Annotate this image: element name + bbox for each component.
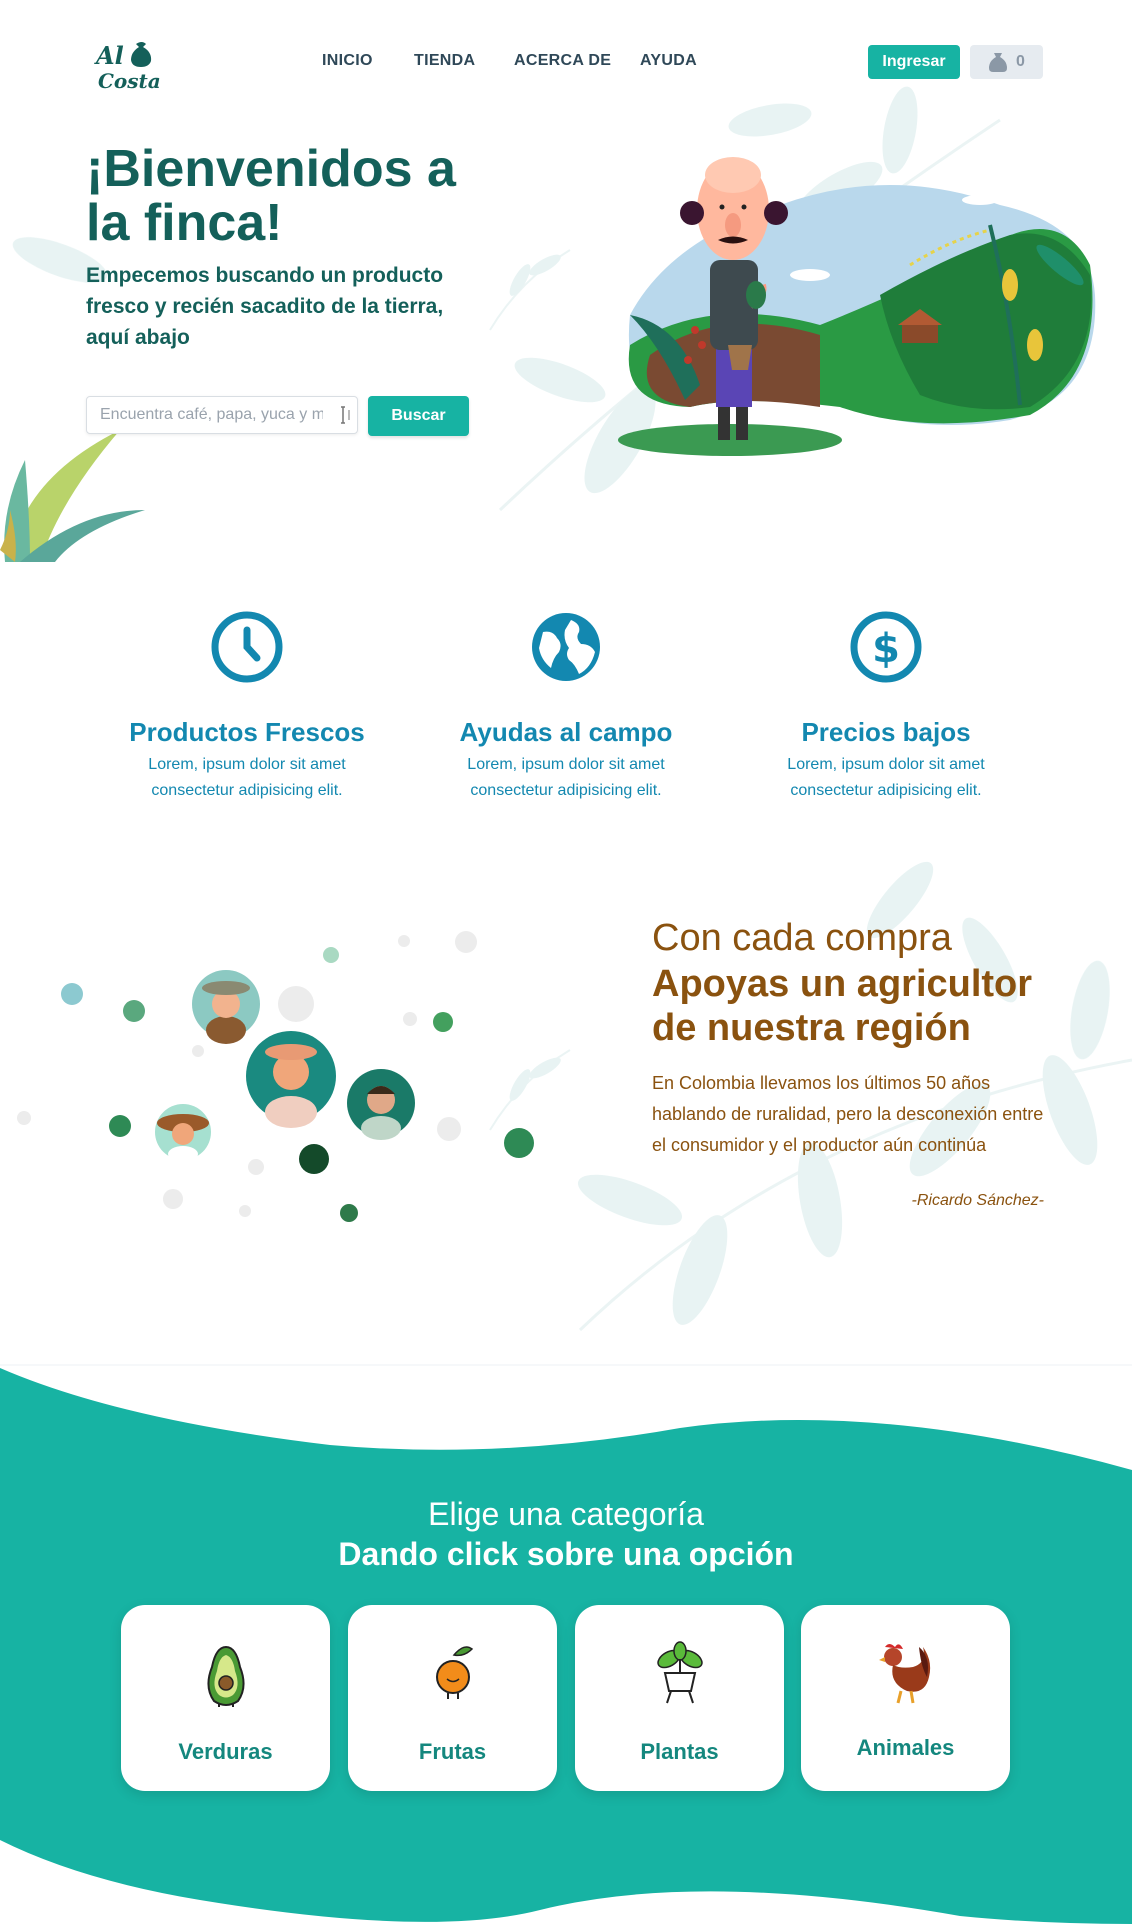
feature-title: Ayudas al campo — [459, 717, 673, 747]
search-input[interactable] — [86, 396, 358, 434]
rooster-icon — [879, 1644, 931, 1704]
category-card-verduras[interactable]: Verduras — [121, 1605, 330, 1791]
feature-description: Lorem, ipsum dolor sit amet consectetur … — [787, 756, 985, 799]
nav-link-ayuda[interactable]: AYUDA — [640, 52, 697, 70]
feature-precios-bajos: $ Precios bajos Lorem, ipsum dolor sit a… — [746, 610, 1026, 804]
feature-productos-frescos: Productos Frescos Lorem, ipsum dolor sit… — [107, 610, 387, 804]
feature-title: Precios bajos — [801, 717, 971, 747]
categories-heading-light: Elige una categoría — [428, 1496, 704, 1532]
category-card-plantas[interactable]: Plantas — [575, 1605, 784, 1791]
testimonial-quote: En Colombia llevamos los últimos 50 años… — [652, 1073, 1044, 1155]
testimonial-author: -Ricardo Sánchez- — [911, 1192, 1045, 1209]
hero-subtitle: Empecemos buscando un producto fresco y … — [86, 264, 444, 349]
avocado-icon — [207, 1645, 245, 1707]
corner-plant-decoration — [0, 430, 145, 562]
feature-description: Lorem, ipsum dolor sit amet consectetur … — [467, 756, 665, 799]
category-label: Frutas — [418, 1739, 487, 1764]
hero-title: ¡Bienvenidos a la finca! — [86, 140, 456, 252]
sack-icon — [989, 53, 1008, 72]
svg-text:$: $ — [872, 626, 900, 672]
cart-button[interactable]: 0 — [970, 45, 1043, 79]
clock-icon — [211, 611, 283, 683]
feature-ayudas-al-campo: Ayudas al campo Lorem, ipsum dolor sit a… — [426, 610, 706, 804]
farmer-illustration — [618, 157, 1096, 456]
text-cursor-icon — [341, 406, 350, 424]
category-label: Animales — [856, 1735, 955, 1760]
feature-title: Productos Frescos — [129, 717, 365, 747]
category-card-frutas[interactable]: Frutas — [348, 1605, 557, 1791]
category-card-animales[interactable]: Animales — [801, 1605, 1010, 1791]
plant-icon — [657, 1641, 703, 1704]
login-button[interactable]: Ingresar — [868, 45, 960, 79]
cart-count: 0 — [1016, 53, 1025, 70]
categories-heading-bold: Dando click sobre una opción — [338, 1536, 794, 1572]
al-costal-logo[interactable]: Al Costal — [86, 40, 160, 94]
testimonial-heading-light: Con cada compra — [652, 917, 952, 959]
category-label: Plantas — [640, 1739, 719, 1764]
svg-text:Costal: Costal — [98, 69, 160, 93]
nav-link-inicio[interactable]: INICIO — [322, 52, 373, 70]
testimonial-heading-bold: Apoyas un agricultor de nuestra región — [652, 963, 1033, 1049]
dollar-icon: $ — [850, 611, 922, 683]
nav-link-tienda[interactable]: TIENDA — [414, 52, 475, 70]
orange-icon — [436, 1646, 474, 1699]
farmers-avatars-illustration — [17, 931, 534, 1222]
feature-description: Lorem, ipsum dolor sit amet consectetur … — [148, 756, 346, 799]
category-label: Verduras — [178, 1739, 273, 1764]
globe-icon — [532, 613, 600, 681]
nav-link-acerca-de[interactable]: ACERCA DE — [514, 52, 611, 70]
search-button[interactable]: Buscar — [368, 396, 469, 436]
svg-text:Al: Al — [94, 41, 124, 70]
